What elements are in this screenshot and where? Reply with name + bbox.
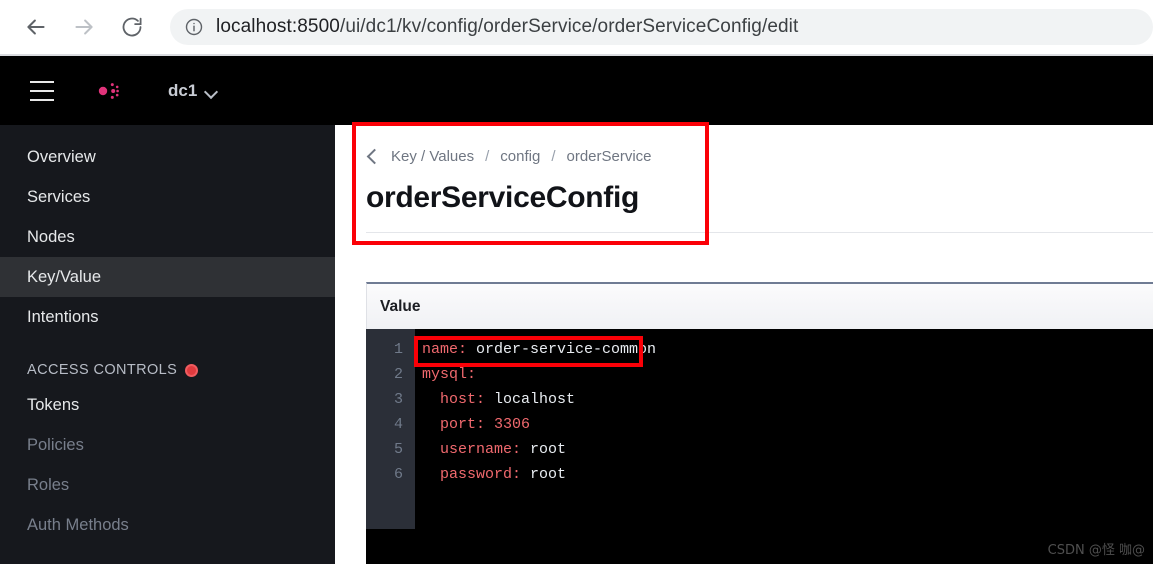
value-panel-label: Value [380,297,421,315]
title-divider [366,232,1153,233]
breadcrumb-item-config[interactable]: config [500,148,540,165]
consul-app: dc1 Overview Services Nodes Key/Value In… [0,56,1153,564]
code-text: port: 3306 [415,412,530,437]
sidebar-nav: Overview Services Nodes Key/Value Intent… [0,125,335,564]
datacenter-label: dc1 [168,80,198,100]
address-bar[interactable]: localhost:8500/ui/dc1/kv/config/orderSer… [170,9,1153,45]
line-number: 4 [393,416,403,433]
sidebar-item-overview[interactable]: Overview [0,137,335,177]
sidebar-section-access-controls: ACCESS CONTROLS [0,355,335,385]
code-token-punct: : [512,466,522,483]
sidebar-item-tokens[interactable]: Tokens [0,385,335,425]
browser-back-button[interactable] [16,7,56,47]
code-line: 2 mysql: [366,362,656,387]
sidebar-section-label: ACCESS CONTROLS [27,362,178,378]
sidebar-item-nodes[interactable]: Nodes [0,217,335,257]
breadcrumb-separator: / [485,147,490,165]
arrow-left-icon [23,14,49,40]
arrow-right-icon [71,14,97,40]
code-token-punct: : [458,341,468,358]
code-token-key: name [422,341,459,358]
code-token-str: localhost [485,391,576,408]
code-token-punct: : [476,391,486,408]
sidebar-item-key-value[interactable]: Key/Value [0,257,335,297]
code-token-key: host [422,391,477,408]
sidebar-item-label: Overview [27,147,96,166]
sidebar-item-label: Intentions [27,307,99,326]
sidebar-item-label: Services [27,187,91,206]
sidebar-item-roles[interactable]: Roles [0,465,335,505]
value-code-editor[interactable]: 1 name: order-service-common 2 mysql: 3 host… [366,329,1153,564]
code-text: host: localhost [415,387,575,412]
code-line: 6 password: root [366,462,656,487]
line-number: 5 [393,441,403,458]
code-token-key: password [422,466,513,483]
datacenter-selector[interactable]: dc1 [168,81,218,101]
line-number: 2 [393,366,403,383]
code-line: 5 username: root [366,437,656,462]
code-token-str: root [521,466,567,483]
sidebar-item-label: Key/Value [27,267,101,286]
red-dot-icon [185,363,199,377]
reload-icon [120,15,144,39]
code-token-key: username [422,441,513,458]
code-lines: 1 name: order-service-common 2 mysql: 3 host… [366,329,656,487]
browser-reload-button[interactable] [112,7,152,47]
browser-forward-button[interactable] [64,7,104,47]
code-line: 4 port: 3306 [366,412,656,437]
code-line: 3 host: localhost [366,387,656,412]
sidebar-item-auth-methods[interactable]: Auth Methods [0,505,335,545]
line-number: 1 [393,341,403,358]
line-number: 6 [393,466,403,483]
watermark-text: CSDN @怪 咖@ [1047,543,1145,558]
code-token-num: 3306 [485,416,531,433]
breadcrumb: Key / Values / config / orderService [366,145,1153,167]
code-token-key: port [422,416,477,433]
value-panel-header: Value [366,282,1153,329]
main-content: Key / Values / config / orderService ord… [335,125,1153,564]
url-text: localhost:8500/ui/dc1/kv/config/orderSer… [216,16,798,38]
sidebar-item-intentions[interactable]: Intentions [0,297,335,337]
code-token-key: mysql [422,366,468,383]
code-token-punct: : [467,366,477,383]
url-path: /ui/dc1/kv/config/orderService/orderServ… [339,16,799,37]
code-text: username: root [415,437,566,462]
line-number: 3 [393,391,403,408]
code-text: mysql: [415,362,476,387]
code-line: 1 name: order-service-common [366,337,656,362]
code-text: password: root [415,462,566,487]
sidebar-item-label: Tokens [27,395,80,414]
sidebar-item-label: Roles [27,475,70,494]
value-panel: Value 1 name: order-service-common 2 mysql:… [366,282,1153,564]
chevron-down-icon [205,87,218,95]
sidebar-item-policies[interactable]: Policies [0,425,335,465]
sidebar-item-label: Policies [27,435,84,454]
sidebar-item-label: Auth Methods [27,515,129,534]
browser-toolbar: localhost:8500/ui/dc1/kv/config/orderSer… [0,0,1153,54]
code-token-str: order-service-common [467,341,657,358]
page-title: orderServiceConfig [366,181,640,214]
hamburger-menu-icon[interactable] [30,80,54,101]
breadcrumb-separator: / [551,147,556,165]
info-circle-icon[interactable] [184,17,204,37]
app-header: dc1 [0,56,1153,125]
page-header: Key / Values / config / orderService ord… [366,125,1153,233]
code-token-str: root [521,441,567,458]
breadcrumb-item-key-values[interactable]: Key / Values [391,148,474,165]
breadcrumb-item-order-service[interactable]: orderService [566,148,651,165]
code-token-punct: : [476,416,486,433]
sidebar-item-services[interactable]: Services [0,177,335,217]
consul-logo-icon[interactable] [83,71,123,111]
code-token-punct: : [512,441,522,458]
chevron-left-icon[interactable] [366,150,378,162]
sidebar-item-label: Nodes [27,227,75,246]
url-host: localhost:8500 [216,16,340,37]
code-text: name: order-service-common [415,337,656,362]
